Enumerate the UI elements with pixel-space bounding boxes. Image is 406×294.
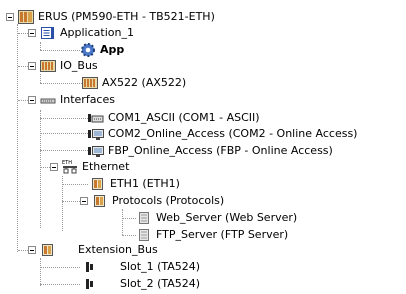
tree-label: Protocols (Protocols) [112, 194, 225, 207]
interfaces-icon [40, 93, 56, 107]
ethernet-icon: ETH [62, 159, 78, 175]
io-bus-icon [40, 59, 56, 73]
tree-label: Slot_1 (TA524) [120, 260, 201, 273]
tree-label: Extension_Bus [78, 243, 158, 256]
eth-port-icon [90, 177, 106, 191]
tree-line [122, 218, 136, 219]
tree-node-ftp-server[interactable]: FTP_Server (FTP Server) [136, 226, 288, 244]
tree-label: Slot_2 (TA524) [120, 277, 201, 290]
collapse-toggle[interactable] [80, 197, 88, 205]
tree-label: App [100, 43, 125, 56]
plc-device-icon [18, 10, 34, 24]
tree-label: Interfaces [60, 93, 115, 106]
collapse-toggle[interactable] [28, 246, 36, 254]
tree-line [17, 24, 18, 252]
tree-label: IO_Bus [60, 59, 98, 72]
tree-node-extension-bus[interactable]: Extension_Bus [28, 241, 158, 259]
tree-line [40, 133, 88, 134]
serial-port-icon [88, 111, 104, 125]
tree-line [40, 50, 80, 51]
tree-label: FTP_Server (FTP Server) [156, 228, 289, 241]
tree-label: Web_Server (Web Server) [156, 211, 298, 224]
tree-line [40, 83, 82, 84]
collapse-toggle[interactable] [28, 96, 36, 104]
tree-label: FBP_Online_Access (FBP - Online Access) [108, 144, 333, 157]
tree-line [62, 184, 88, 185]
tree-line [40, 110, 41, 228]
gear-icon [80, 43, 96, 57]
monitor-icon [88, 127, 104, 141]
device-tree: ERUS (PM590-ETH - TB521-ETH) Application… [0, 0, 406, 293]
extension-bus-icon [40, 243, 56, 257]
collapse-toggle[interactable] [28, 62, 36, 70]
monitor-icon [88, 144, 104, 158]
tree-line [40, 284, 80, 285]
tree-node-io-bus[interactable]: IO_Bus [28, 57, 98, 75]
tree-node-web-server[interactable]: Web_Server (Web Server) [136, 209, 297, 227]
tree-node-ethernet[interactable]: ETH Ethernet [50, 158, 129, 176]
application-icon [40, 26, 56, 40]
tree-label: Application_1 [60, 26, 134, 39]
tree-line [40, 74, 41, 83]
tree-node-eth1[interactable]: ETH1 (ETH1) [90, 175, 180, 193]
tree-line [40, 267, 80, 268]
io-module-icon [82, 76, 98, 90]
tree-node-ax522[interactable]: AX522 (AX522) [82, 74, 186, 92]
tree-node-interfaces[interactable]: Interfaces [28, 91, 115, 109]
tree-node-slot1[interactable]: Slot_1 (TA524) [82, 258, 200, 276]
tree-node-protocols[interactable]: Protocols (Protocols) [80, 192, 224, 210]
tree-label: AX522 (AX522) [102, 76, 187, 89]
server-icon [136, 228, 152, 242]
collapse-toggle[interactable] [28, 29, 36, 37]
tree-line [122, 209, 123, 235]
tree-label: COM2_Online_Access (COM2 - Online Access… [108, 127, 358, 140]
tree-line [40, 42, 41, 50]
slot-icon [82, 277, 98, 291]
tree-line [40, 258, 41, 286]
tree-node-application[interactable]: Application_1 [28, 24, 134, 42]
tree-node-com2[interactable]: COM2_Online_Access (COM2 - Online Access… [88, 125, 357, 143]
server-icon [136, 211, 152, 225]
tree-line [122, 235, 136, 236]
ethernet-icon-text: ETH [62, 160, 72, 166]
tree-label: ETH1 (ETH1) [110, 177, 180, 190]
tree-label: Ethernet [82, 160, 130, 173]
collapse-toggle[interactable] [6, 13, 14, 21]
tree-line [40, 118, 88, 119]
collapse-toggle[interactable] [50, 163, 58, 171]
tree-line [40, 150, 88, 151]
protocols-icon [92, 194, 108, 208]
tree-node-slot2[interactable]: Slot_2 (TA524) [82, 275, 200, 293]
slot-icon [82, 260, 98, 274]
